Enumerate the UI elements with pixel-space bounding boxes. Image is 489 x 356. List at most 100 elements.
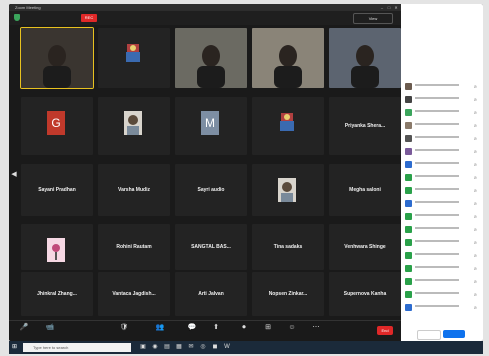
- participant-row[interactable]: ⊘: [405, 277, 479, 287]
- mic-muted-icon[interactable]: ⊘: [474, 187, 477, 194]
- mic-muted-icon[interactable]: ⊘: [474, 122, 477, 129]
- participant-avatar: [405, 278, 412, 285]
- participant-row[interactable]: ⊘: [405, 264, 479, 274]
- recording-badge[interactable]: REC: [81, 14, 97, 22]
- security-shield-icon[interactable]: [14, 14, 20, 21]
- participant-row[interactable]: ⊘: [405, 303, 479, 313]
- mic-muted-icon[interactable]: ⊘: [474, 265, 477, 272]
- end-meeting-button[interactable]: End: [377, 326, 393, 335]
- mic-muted-icon[interactable]: ⊘: [474, 239, 477, 246]
- participant-row[interactable]: ⊘: [405, 212, 479, 222]
- taskbar-search-input[interactable]: Type here to search: [23, 343, 131, 352]
- reactions-button[interactable]: ☺: [281, 323, 303, 340]
- participant-tile[interactable]: Megha saloni: [329, 164, 401, 216]
- participant-row-name-placeholder: [415, 96, 459, 104]
- record-button[interactable]: ⏺: [233, 323, 255, 340]
- participant-tile[interactable]: Tina sadaks: [252, 224, 324, 270]
- participant-row[interactable]: ⊘: [405, 238, 479, 248]
- mic-muted-icon[interactable]: ⊘: [474, 291, 477, 298]
- participant-row[interactable]: ⊘: [405, 199, 479, 209]
- mic-muted-icon[interactable]: ⊘: [474, 174, 477, 181]
- participant-tile[interactable]: Supernova Kanha: [329, 272, 401, 316]
- participant-avatar: [405, 135, 412, 142]
- participant-tile[interactable]: Jhinkral Zhang...: [21, 272, 93, 316]
- zoom-app-icon[interactable]: ◼: [211, 343, 219, 352]
- folder-icon[interactable]: ▤: [163, 343, 171, 352]
- mic-muted-icon[interactable]: ⊘: [474, 252, 477, 259]
- mic-muted-icon[interactable]: ⊘: [474, 213, 477, 220]
- view-button[interactable]: View: [353, 13, 393, 24]
- windows-start-icon[interactable]: ⊞: [12, 344, 19, 351]
- maximize-icon[interactable]: □: [386, 5, 392, 10]
- participant-row-name-placeholder: [415, 200, 459, 208]
- participant-tile[interactable]: Sayri audio: [175, 164, 247, 216]
- mail-icon[interactable]: ✉: [187, 343, 195, 352]
- participants-button[interactable]: 👥: [149, 323, 171, 340]
- breakout-rooms-button[interactable]: ⊞: [257, 323, 279, 340]
- participant-tile[interactable]: G: [21, 97, 93, 155]
- participant-tile[interactable]: SANGTAL BAS...: [175, 224, 247, 270]
- mute-button[interactable]: 🎤: [13, 323, 35, 340]
- edge-icon[interactable]: ◉: [151, 343, 159, 352]
- participant-row[interactable]: ⊘: [405, 251, 479, 261]
- participant-display-name: Nopsen Zinkar...: [268, 291, 308, 297]
- participant-tile[interactable]: [252, 164, 324, 216]
- security-button[interactable]: 🛡: [113, 323, 135, 340]
- participant-tile[interactable]: M: [175, 97, 247, 155]
- mic-muted-icon[interactable]: ⊘: [474, 226, 477, 233]
- mic-muted-icon[interactable]: ⊘: [474, 278, 477, 285]
- participant-tile[interactable]: Vantaca Jagdish...: [98, 272, 170, 316]
- participant-tile[interactable]: Nopsen Zinkar...: [252, 272, 324, 316]
- participant-tile[interactable]: Venhwara Shinge: [329, 224, 401, 270]
- participant-tile[interactable]: [252, 97, 324, 155]
- participant-row-name-placeholder: [415, 278, 459, 286]
- participant-tile[interactable]: [21, 224, 93, 270]
- participant-row[interactable]: ⊘: [405, 121, 479, 131]
- participant-display-name: Venhwara Shinge: [344, 244, 386, 250]
- share-screen-button[interactable]: ⬆: [205, 323, 227, 340]
- mic-muted-icon[interactable]: ⊘: [474, 148, 477, 155]
- participant-row[interactable]: ⊘: [405, 147, 479, 157]
- participant-row[interactable]: ⊘: [405, 82, 479, 92]
- store-icon[interactable]: ▦: [175, 343, 183, 352]
- participant-row[interactable]: ⊘: [405, 160, 479, 170]
- task-view-icon[interactable]: ▣: [139, 343, 147, 352]
- participant-tile[interactable]: Varsha Mudiz: [98, 164, 170, 216]
- participant-row[interactable]: ⊘: [405, 95, 479, 105]
- mic-muted-icon[interactable]: ⊘: [474, 109, 477, 116]
- close-icon[interactable]: ✕: [393, 5, 399, 10]
- prev-page-icon[interactable]: ◀: [10, 170, 18, 178]
- mute-all-button[interactable]: [443, 330, 465, 338]
- participant-tile[interactable]: [175, 28, 247, 88]
- chat-button[interactable]: 💬: [181, 323, 203, 340]
- participant-tile[interactable]: Sayani Pradhan: [21, 164, 93, 216]
- minimize-icon[interactable]: –: [379, 5, 385, 10]
- more-button[interactable]: ⋯: [305, 323, 327, 340]
- participant-row[interactable]: ⊘: [405, 134, 479, 144]
- camera-video: [175, 28, 247, 88]
- participant-tile[interactable]: Rohini Rautam: [98, 224, 170, 270]
- participant-row[interactable]: ⊘: [405, 173, 479, 183]
- participant-row[interactable]: ⊘: [405, 225, 479, 235]
- participant-row[interactable]: ⊘: [405, 108, 479, 118]
- invite-button[interactable]: [417, 330, 441, 340]
- word-icon[interactable]: W: [223, 343, 231, 352]
- participant-avatar: [405, 187, 412, 194]
- mic-muted-icon[interactable]: ⊘: [474, 200, 477, 207]
- participant-tile[interactable]: [252, 28, 324, 88]
- participant-tile[interactable]: [20, 27, 94, 89]
- participant-tile[interactable]: [98, 28, 170, 88]
- mic-muted-icon[interactable]: ⊘: [474, 161, 477, 168]
- mic-muted-icon[interactable]: ⊘: [474, 135, 477, 142]
- participant-row[interactable]: ⊘: [405, 290, 479, 300]
- chrome-icon[interactable]: ◎: [199, 343, 207, 352]
- mic-muted-icon[interactable]: ⊘: [474, 304, 477, 311]
- participant-tile[interactable]: Priyanka Shera...: [329, 97, 401, 155]
- participant-tile[interactable]: Arti Jalvan: [175, 272, 247, 316]
- participant-row[interactable]: ⊘: [405, 186, 479, 196]
- mic-muted-icon[interactable]: ⊘: [474, 96, 477, 103]
- participant-tile[interactable]: [329, 28, 401, 88]
- video-button[interactable]: 📹: [39, 323, 61, 340]
- participant-tile[interactable]: [98, 97, 170, 155]
- mic-muted-icon[interactable]: ⊘: [474, 83, 477, 90]
